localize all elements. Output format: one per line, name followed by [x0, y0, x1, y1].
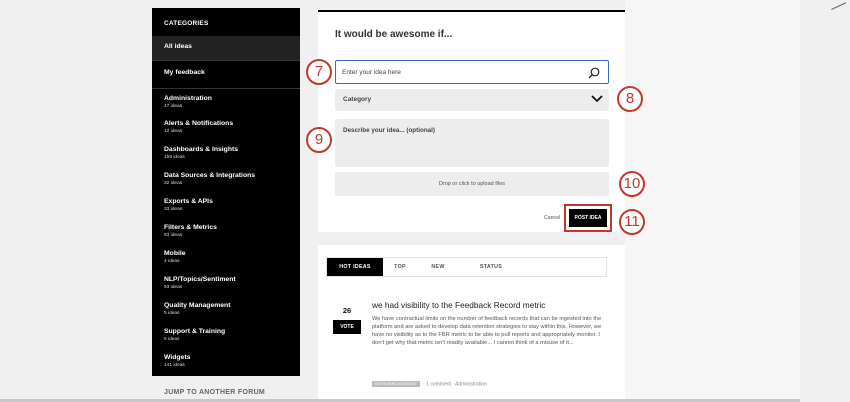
sidebar-item-exports[interactable]: Exports & APIs 33 ideas [152, 192, 300, 216]
tab-hot-ideas[interactable]: HOT IDEAS [327, 258, 383, 276]
form-heading: It would be awesome if... [335, 29, 453, 40]
sidebar-item-dashboards[interactable]: Dashboards & Insights 159 ideas [152, 140, 300, 164]
search-icon[interactable] [588, 67, 600, 79]
sidebar-item-all-ideas[interactable]: All ideas [152, 36, 300, 60]
idea-description: We have contractual limits on the number… [372, 316, 602, 346]
tab-top[interactable]: TOP [389, 258, 411, 276]
sidebar-item-count: 63 ideas [164, 233, 183, 238]
sidebar-item-mobile[interactable]: Mobile 4 ideas [152, 244, 300, 268]
sidebar-item-label: Administration [164, 95, 212, 102]
idea-input[interactable] [342, 61, 582, 83]
sidebar-item-filters[interactable]: Filters & Metrics 63 ideas [152, 218, 300, 242]
sidebar-item-count: 5 ideas [164, 311, 180, 316]
category-select[interactable]: Category [335, 89, 609, 111]
sidebar-item-count: 141 ideas [164, 363, 185, 368]
callout-8: 8 [617, 86, 643, 112]
right-panel [625, 0, 800, 402]
sidebar-item-label: Mobile [164, 250, 186, 257]
sidebar-item-label: Dashboards & Insights [164, 146, 239, 153]
status-badge: GATHERING INTEREST [372, 381, 421, 387]
sidebar-item-label: Exports & APIs [164, 198, 213, 205]
sidebar-item-label: Quality Management [164, 302, 231, 309]
description-placeholder: Describe your idea... (optional) [343, 127, 436, 134]
idea-title-link[interactable]: we had visibility to the Feedback Record… [372, 300, 545, 310]
sidebar-item-label: My feedback [164, 69, 205, 76]
sidebar-item-count: 33 ideas [164, 207, 183, 212]
sidebar-item-count: 93 ideas [164, 285, 183, 290]
sidebar-item-alerts[interactable]: Alerts & Notifications 12 ideas [152, 114, 300, 138]
sidebar-item-count: 4 ideas [164, 259, 180, 264]
ideas-tabs: HOT IDEAS TOP NEW STATUS [326, 257, 607, 277]
category-label: Category [343, 96, 372, 103]
callout-10: 10 [619, 171, 645, 197]
file-upload-zone[interactable]: Drop or click to upload files [335, 172, 609, 196]
vote-count: 26 [342, 306, 352, 315]
callout-7: 7 [306, 59, 332, 85]
callout-9: 9 [306, 127, 332, 153]
sidebar-item-data-sources[interactable]: Data Sources & Integrations 32 ideas [152, 166, 300, 190]
categories-sidebar: CATEGORIES All ideas My feedback Adminis… [152, 8, 300, 376]
sidebar-item-count: 47 ideas [164, 104, 183, 109]
tab-new[interactable]: NEW [427, 258, 449, 276]
vote-button[interactable]: VOTE [333, 320, 361, 334]
sidebar-item-label: Data Sources & Integrations [164, 172, 256, 179]
sidebar-item-support[interactable]: Support & Training 5 ideas [152, 322, 300, 346]
cancel-link[interactable]: Cancel [544, 215, 560, 221]
sidebar-item-label: All ideas [164, 43, 192, 50]
sidebar-item-count: 159 ideas [164, 155, 185, 160]
sidebar-item-widgets[interactable]: Widgets 141 ideas [152, 348, 300, 372]
sidebar-title: CATEGORIES [164, 20, 209, 27]
sidebar-item-label: Alerts & Notifications [164, 120, 234, 127]
top-divider [318, 10, 625, 12]
sidebar-item-quality[interactable]: Quality Management 5 ideas [152, 296, 300, 320]
sidebar-item-count: 12 ideas [164, 129, 183, 134]
sidebar-item-count: 32 ideas [164, 181, 183, 186]
idea-input-box[interactable] [335, 60, 609, 84]
sidebar-item-my-feedback[interactable]: My feedback [152, 60, 300, 85]
post-idea-button[interactable]: POST IDEA [569, 209, 607, 227]
tab-status[interactable]: STATUS [469, 258, 513, 276]
sidebar-item-nlp[interactable]: NLP/Topics/Sentiment 93 ideas [152, 270, 300, 294]
sidebar-item-label: Filters & Metrics [164, 224, 217, 231]
sidebar-item-label: Support & Training [164, 328, 226, 335]
sidebar-item-label: NLP/Topics/Sentiment [164, 276, 236, 283]
jump-to-forum-link[interactable]: JUMP TO ANOTHER FORUM [164, 389, 265, 396]
post-idea-highlight: POST IDEA [564, 204, 612, 232]
sidebar-item-label: Widgets [164, 354, 191, 361]
chevron-down-icon [591, 95, 603, 103]
idea-comments-link[interactable]: · 1 comment · Administration [423, 381, 487, 387]
sidebar-item-administration[interactable]: Administration 47 ideas [152, 88, 300, 113]
callout-11: 11 [619, 209, 645, 235]
idea-meta: GATHERING INTEREST · 1 comment · Administ… [372, 381, 487, 389]
upload-label: Drop or click to upload files [438, 181, 506, 187]
description-textarea[interactable]: Describe your idea... (optional) [335, 119, 609, 167]
sidebar-item-count: 5 ideas [164, 337, 180, 342]
